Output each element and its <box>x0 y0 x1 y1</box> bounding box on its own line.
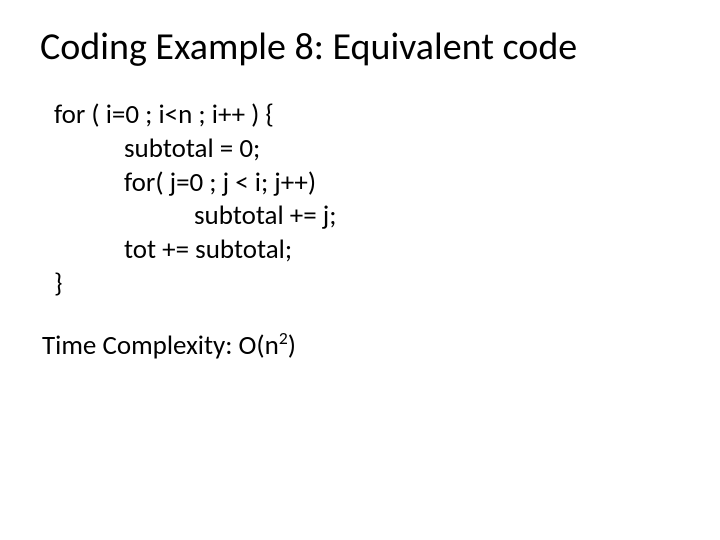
complexity-exponent: 2 <box>279 327 288 349</box>
code-line-1: for ( i=0 ; i<n ; i++ ) { <box>54 98 680 132</box>
slide: Coding Example 8: Equivalent code for ( … <box>0 0 720 540</box>
complexity-suffix: ) <box>288 329 296 362</box>
code-line-5: tot += subtotal; <box>54 233 680 267</box>
code-block: for ( i=0 ; i<n ; i++ ) { subtotal = 0; … <box>54 98 680 301</box>
time-complexity: Time Complexity: O(n2) <box>42 329 680 362</box>
code-line-3: for( j=0 ; j < i; j++) <box>54 166 680 200</box>
complexity-prefix: Time Complexity: O(n <box>42 329 279 362</box>
code-line-4: subtotal += j; <box>54 199 680 233</box>
code-line-6: } <box>54 267 680 301</box>
code-line-2: subtotal = 0; <box>54 132 680 166</box>
slide-title: Coding Example 8: Equivalent code <box>40 24 680 70</box>
